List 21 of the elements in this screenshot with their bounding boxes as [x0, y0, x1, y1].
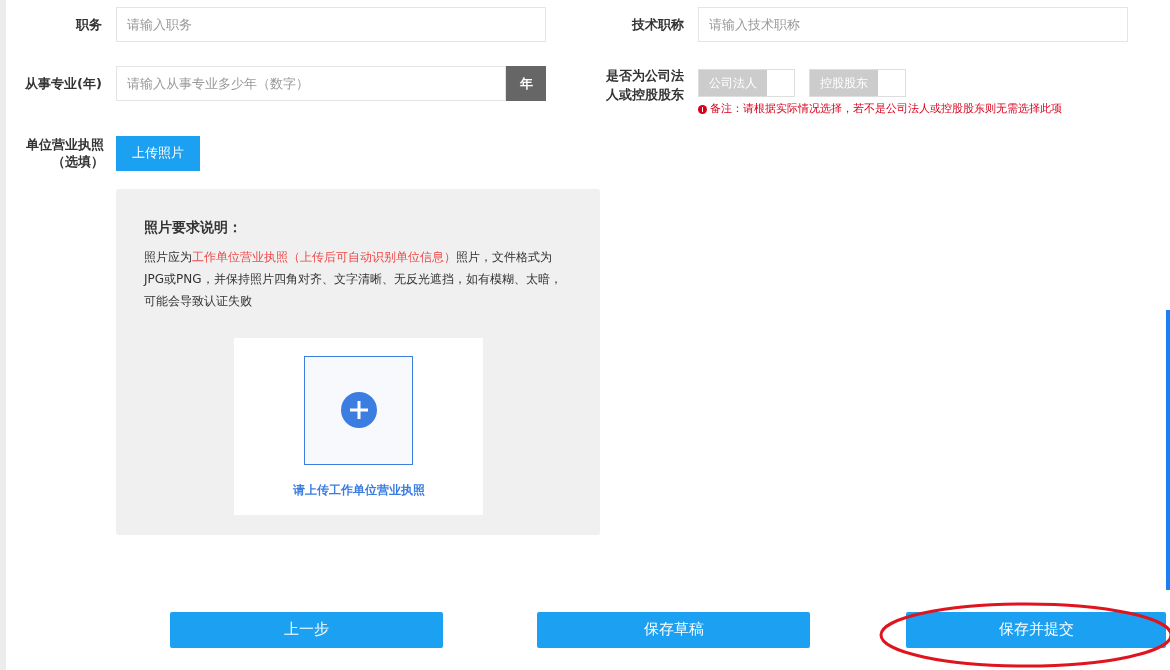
scrollbar-thumb[interactable]: [1166, 310, 1170, 590]
requirements-text: 照片应为工作单位营业执照（上传后可自动识别单位信息）照片，文件格式为JPG或PNG，并保持照片四角对齐、文字清晰、无反光遮挡，如有模糊、太暗，可能会导致认证失败: [144, 248, 563, 310]
upload-dropzone[interactable]: [304, 355, 413, 465]
field-label: 技术职称: [630, 15, 685, 34]
unit-label: 年: [506, 66, 546, 101]
action-button[interactable]: 上一步: [170, 611, 443, 648]
field-label: 单位营业执照 （选填）: [26, 135, 104, 171]
warning-icon: [698, 104, 707, 114]
field-label: 职务: [75, 15, 103, 34]
input-field[interactable]: 请输入从事专业多少年（数字）: [116, 66, 506, 101]
input-field[interactable]: 请输入技术职称: [698, 7, 1128, 42]
requirements-title: 照片要求说明：: [144, 217, 243, 237]
action-button[interactable]: 保存并提交: [906, 611, 1166, 648]
input-field[interactable]: 请输入职务: [116, 7, 546, 42]
action-button[interactable]: 保存草稿: [537, 611, 810, 648]
note-text: 备注：请根据实际情况选择，若不是公司法人或控股股东则无需选择此项: [710, 101, 1062, 117]
field-label: 从事专业(年): [24, 74, 103, 93]
field-label: 是否为公司法人或控股股东: [605, 67, 685, 104]
plus-icon: [340, 392, 377, 428]
upload-caption: 请上传工作单位营业执照: [292, 481, 425, 499]
upload-button[interactable]: 上传照片: [116, 135, 200, 171]
